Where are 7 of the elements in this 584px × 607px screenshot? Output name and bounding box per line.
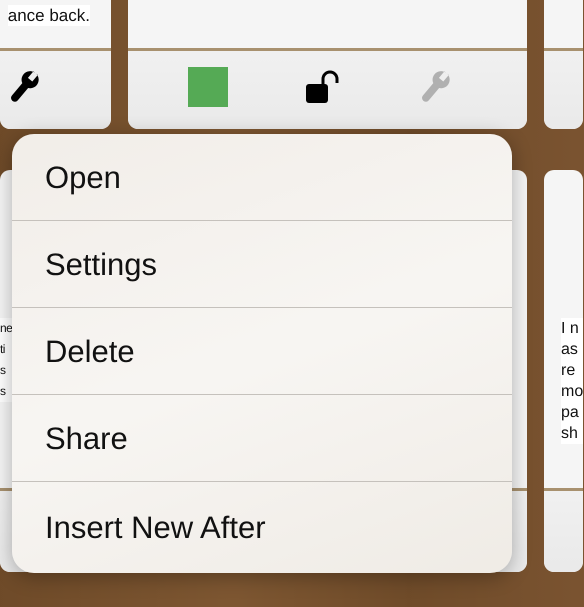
menu-item[interactable]: Insert New After [12, 482, 512, 573]
menu-item[interactable]: Delete [12, 308, 512, 395]
color-swatch[interactable] [188, 67, 228, 107]
unlocked-lock-icon[interactable] [305, 70, 339, 104]
menu-item[interactable]: Share [12, 395, 512, 482]
menu-item[interactable]: Settings [12, 221, 512, 308]
menu-item[interactable]: Open [12, 134, 512, 221]
